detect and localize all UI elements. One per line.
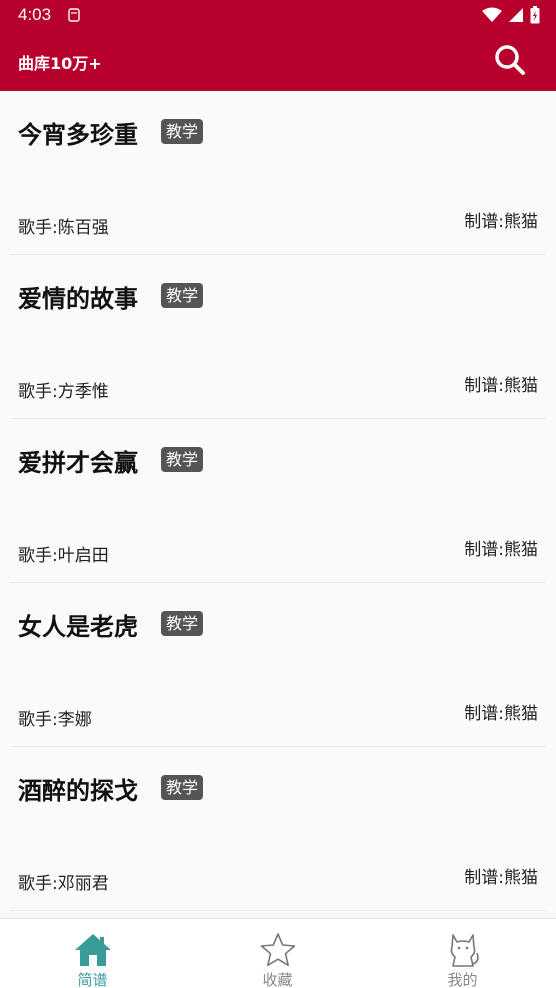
song-maker: 制谱:熊猫 xyxy=(464,868,538,888)
battery-icon xyxy=(530,6,540,24)
song-title: 爱拼才会赢 xyxy=(18,449,138,477)
song-list: 今宵多珍重 教学 歌手:陈百强 制谱:熊猫 爱情的故事 教学 歌手:方季惟 制谱… xyxy=(0,91,556,918)
song-tag-badge: 教学 xyxy=(161,775,204,800)
song-title: 今宵多珍重 xyxy=(18,121,138,149)
cat-icon xyxy=(450,934,479,967)
nav-item-jianpu[interactable]: 简谱 xyxy=(0,919,185,988)
status-icons xyxy=(482,6,540,24)
star-icon xyxy=(260,933,295,967)
bottom-nav: 简谱 收藏 我的 xyxy=(0,918,556,988)
nav-label: 简谱 xyxy=(77,971,108,988)
search-button[interactable] xyxy=(494,44,526,76)
song-tag-badge: 教学 xyxy=(161,283,204,308)
nav-item-favorites[interactable]: 收藏 xyxy=(185,919,370,988)
song-maker: 制谱:熊猫 xyxy=(464,704,538,724)
nav-label: 收藏 xyxy=(262,971,293,988)
song-maker: 制谱:熊猫 xyxy=(464,540,538,560)
page-title: 曲库10万+ xyxy=(18,54,102,73)
song-tag-badge: 教学 xyxy=(161,119,204,144)
song-singer: 歌手:陈百强 xyxy=(18,218,109,238)
song-title: 女人是老虎 xyxy=(18,613,138,641)
notification-icon xyxy=(68,8,80,22)
status-bar: 4:03 xyxy=(0,0,556,32)
song-singer: 歌手:方季惟 xyxy=(18,382,109,402)
search-icon xyxy=(495,45,525,75)
app-bar: 曲库10万+ xyxy=(0,32,556,91)
signal-icon xyxy=(509,8,523,22)
song-maker: 制谱:熊猫 xyxy=(464,376,538,396)
song-singer: 歌手:叶启田 xyxy=(18,546,109,566)
nav-item-mine[interactable]: 我的 xyxy=(370,919,555,988)
song-list-item[interactable]: 爱拼才会赢 教学 歌手:叶启田 制谱:熊猫 xyxy=(0,419,556,583)
song-list-item[interactable]: 爱情的故事 教学 歌手:方季惟 制谱:熊猫 xyxy=(0,255,556,419)
song-maker: 制谱:熊猫 xyxy=(464,212,538,232)
home-icon xyxy=(74,934,111,966)
nav-label: 我的 xyxy=(447,971,478,988)
song-list-item[interactable]: 酒醉的探戈 教学 歌手:邓丽君 制谱:熊猫 xyxy=(0,747,556,911)
song-list-item[interactable]: 今宵多珍重 教学 歌手:陈百强 制谱:熊猫 xyxy=(0,91,556,255)
song-singer: 歌手:李娜 xyxy=(18,710,92,730)
song-title: 酒醉的探戈 xyxy=(18,777,138,805)
song-singer: 歌手:邓丽君 xyxy=(18,874,109,894)
song-title: 爱情的故事 xyxy=(18,285,138,313)
song-list-item[interactable]: 女人是老虎 教学 歌手:李娜 制谱:熊猫 xyxy=(0,583,556,747)
song-tag-badge: 教学 xyxy=(161,611,204,636)
status-time: 4:03 xyxy=(18,5,52,24)
wifi-icon xyxy=(482,7,502,22)
song-tag-badge: 教学 xyxy=(161,447,204,472)
